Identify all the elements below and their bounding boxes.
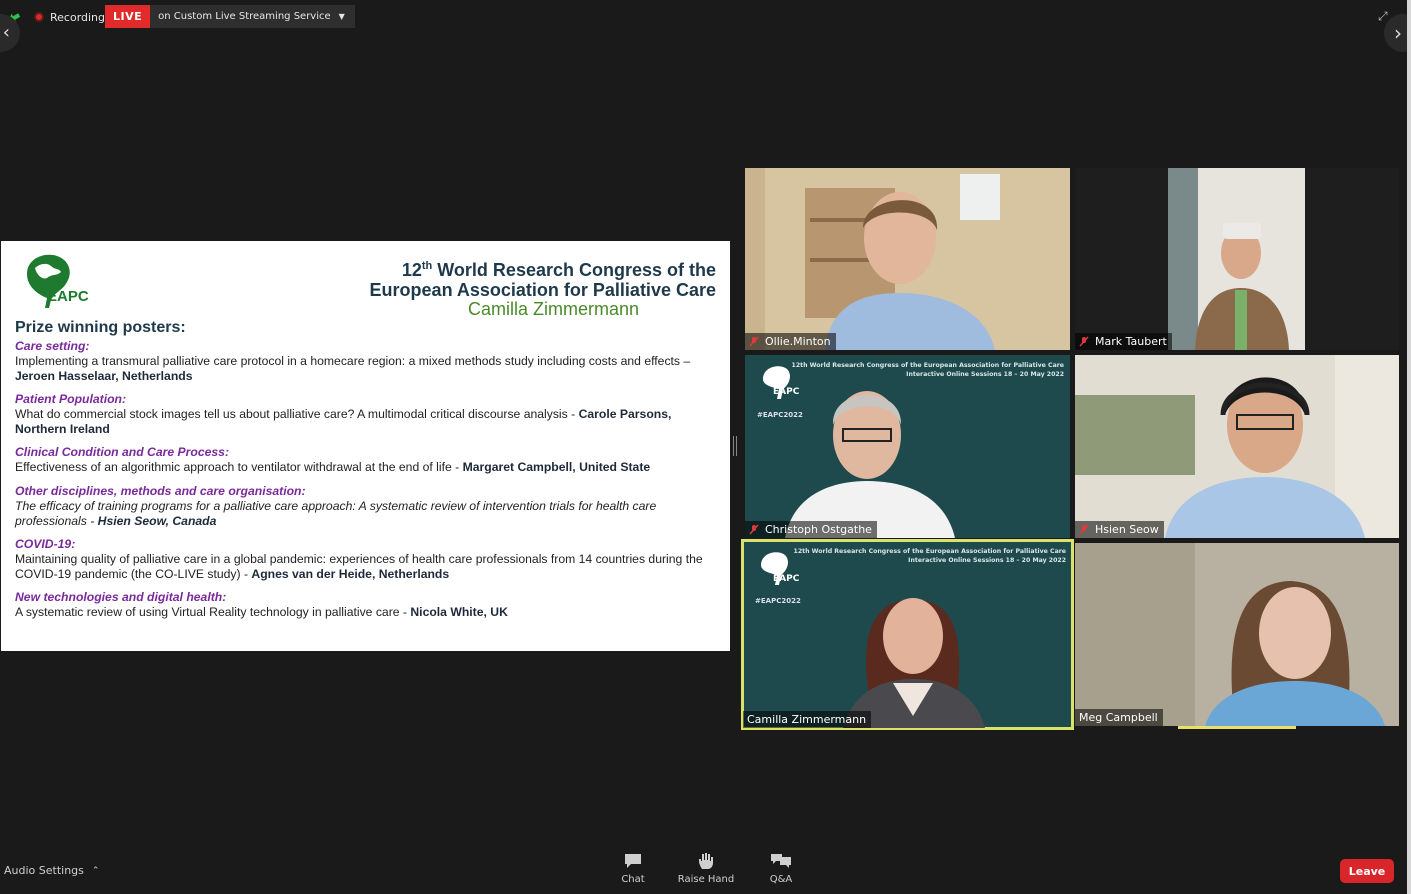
raise-hand-label: Raise Hand: [677, 874, 735, 885]
participant-name: Meg Campbell: [1079, 711, 1158, 724]
poster-entry: COVID-19: Maintaining quality of palliat…: [15, 537, 705, 582]
window-edge: [1407, 0, 1411, 894]
poster-author: Hsien Seow, Canada: [97, 514, 217, 528]
view-splitter-handle[interactable]: [733, 436, 737, 456]
congress-title-line1: World Research Congress of the: [432, 260, 716, 280]
poster-category: New technologies and digital health:: [15, 590, 227, 604]
slide-heading: Prize winning posters:: [15, 319, 186, 336]
poster-category: Other disciplines, methods and care orga…: [15, 484, 306, 498]
video-tile[interactable]: 12th World Research Congress of the Euro…: [745, 355, 1070, 538]
participant-video: [843, 598, 985, 728]
participant-video: [1075, 355, 1399, 538]
participant-video: [1075, 168, 1399, 350]
participant-name-label: Ollie.Minton: [745, 333, 836, 350]
qa-icon: [771, 854, 791, 868]
video-tile[interactable]: Ollie.Minton: [745, 168, 1070, 350]
video-tile[interactable]: Hsien Seow: [1075, 355, 1399, 538]
mic-muted-icon: [749, 524, 759, 535]
live-badge: LIVE: [105, 5, 151, 28]
poster-text: Implementing a transmural palliative car…: [15, 354, 691, 368]
shared-screen-slide: EAPC 12th World Research Congress of the…: [1, 241, 730, 651]
qa-label: Q&A: [769, 874, 793, 885]
participant-name-label: Mark Taubert: [1075, 333, 1172, 350]
poster-category: COVID-19:: [15, 537, 76, 551]
poster-author: Margaret Campbell, United State: [462, 460, 651, 474]
chevron-right-icon: ›: [1394, 21, 1402, 45]
recording-indicator[interactable]: Recording: [34, 8, 105, 26]
poster-author: Agnes van der Heide, Netherlands: [251, 567, 450, 581]
poster-entry: New technologies and digital health: A s…: [15, 590, 705, 620]
record-icon: [34, 12, 44, 22]
participant-name-label: Camilla Zimmermann: [743, 711, 872, 728]
mic-muted-icon: [1079, 524, 1089, 535]
participant-name: Camilla Zimmermann: [747, 713, 867, 726]
presenter-name: Camilla Zimmermann: [467, 299, 639, 319]
chat-icon: [625, 854, 641, 868]
recording-label: Recording: [50, 10, 106, 24]
eapc-logo-text: EAPC: [47, 288, 89, 305]
poster-category: Clinical Condition and Care Process:: [15, 445, 230, 459]
participant-name: Ollie.Minton: [765, 335, 831, 348]
video-tile[interactable]: Meg Campbell: [1075, 543, 1399, 726]
poster-category: Care setting:: [15, 339, 90, 353]
poster-entry: Patient Population: What do commercial s…: [15, 392, 705, 437]
chevron-left-icon: ‹: [2, 22, 10, 43]
audio-settings-label: Audio Settings: [4, 864, 84, 877]
congress-title-ordinal: th: [421, 260, 433, 272]
participant-name-label: Hsien Seow: [1075, 521, 1164, 538]
participant-name: Christoph Ostgathe: [765, 523, 872, 536]
poster-entry: Clinical Condition and Care Process: Eff…: [15, 445, 705, 475]
video-tile[interactable]: Mark Taubert: [1075, 168, 1399, 350]
participant-name-label: Christoph Ostgathe: [745, 521, 877, 538]
congress-title-number: 12: [401, 260, 422, 280]
poster-category: Patient Population:: [15, 392, 127, 406]
raise-hand-icon: [699, 853, 713, 869]
poster-entry: Care setting: Implementing a transmural …: [15, 339, 705, 384]
poster-text: What do commercial stock images tell us …: [15, 407, 579, 421]
congress-title: 12th World Research Congress of the Euro…: [370, 256, 716, 300]
chat-button[interactable]: Chat: [598, 852, 668, 885]
live-stream-indicator[interactable]: LIVE on Custom Live Streaming Service ▼: [105, 5, 355, 28]
qa-button[interactable]: Q&A: [746, 852, 816, 885]
participant-name: Mark Taubert: [1095, 335, 1167, 348]
video-tile-active-speaker[interactable]: 12th World Research Congress of the Euro…: [741, 539, 1074, 730]
poster-author: Jeroen Hasselaar, Netherlands: [15, 369, 193, 383]
audio-settings-button[interactable]: Audio Settings ⌃: [4, 864, 99, 877]
poster-entry: Other disciplines, methods and care orga…: [15, 484, 705, 529]
chevron-up-icon: ⌃: [91, 865, 100, 876]
poster-text: A systematic review of using Virtual Rea…: [15, 605, 411, 619]
congress-title-line2: European Association for Palliative Care: [369, 280, 716, 300]
raise-hand-button[interactable]: Raise Hand: [671, 852, 741, 885]
chat-label: Chat: [621, 874, 645, 885]
participant-video: [785, 391, 955, 538]
participant-video: [1075, 543, 1399, 726]
live-service-label: on Custom Live Streaming Service: [158, 11, 331, 22]
speaking-indicator: [1178, 726, 1296, 729]
chevron-down-icon: ▼: [338, 12, 345, 21]
poster-text: Effectiveness of an algorithmic approach…: [15, 460, 463, 474]
participant-name: Hsien Seow: [1095, 523, 1159, 536]
live-service-dropdown[interactable]: on Custom Live Streaming Service ▼: [150, 5, 355, 28]
poster-author: Nicola White, UK: [410, 605, 508, 619]
participant-name-label: Meg Campbell: [1075, 709, 1163, 726]
leave-button[interactable]: Leave: [1340, 859, 1394, 883]
mic-muted-icon: [1079, 336, 1089, 347]
mic-muted-icon: [749, 336, 759, 347]
participant-video: [745, 168, 1070, 350]
